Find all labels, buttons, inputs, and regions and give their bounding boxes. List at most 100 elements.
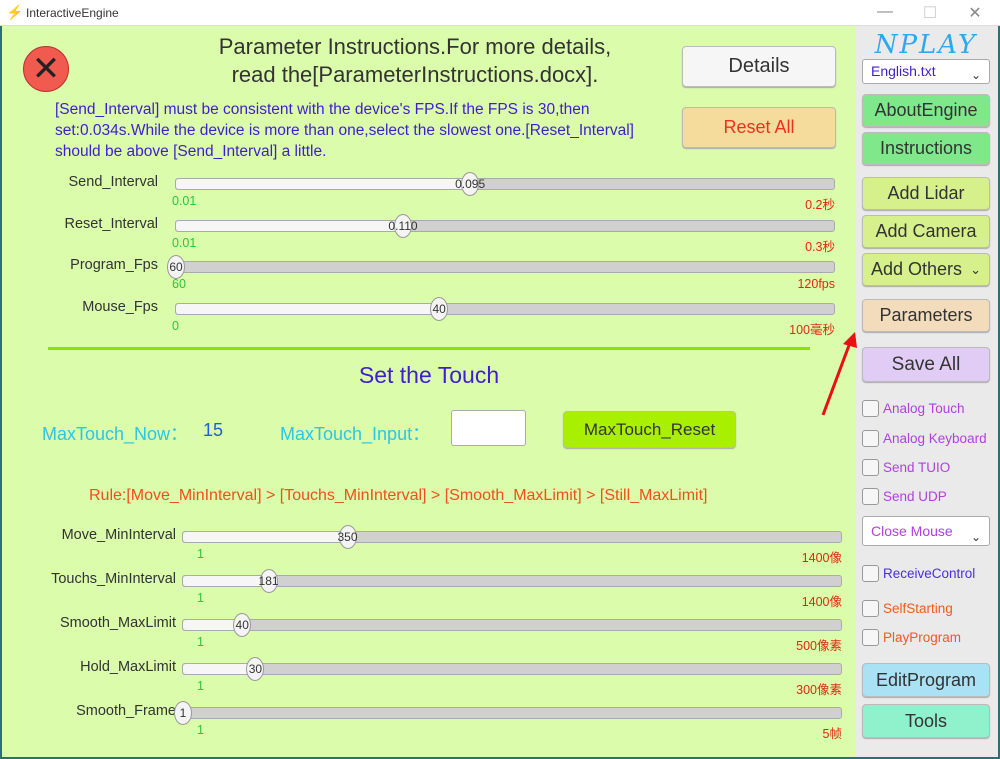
slider-min: 1 <box>197 679 204 693</box>
language-value: English.txt <box>871 63 936 79</box>
slider-fill <box>183 532 348 542</box>
slider-track[interactable]: 350 <box>182 525 842 549</box>
language-select[interactable]: English.txt ⌄ <box>862 59 990 84</box>
analog-touch-label: Analog Touch <box>883 401 965 416</box>
maxtouch-now-label: MaxTouch_Now： <box>42 424 189 444</box>
chevron-down-icon: ⌄ <box>970 68 981 82</box>
slider-min: 1 <box>197 635 204 649</box>
slider-track[interactable]: 60 <box>167 255 835 279</box>
maxtouch-input[interactable] <box>451 410 526 446</box>
window-title: InteractiveEngine <box>26 6 119 20</box>
instructions-text: [Send_Interval] must be consistent with … <box>55 101 634 160</box>
nplay-logo: NPLAY <box>874 30 978 60</box>
page-title: Parameter Instructions.For more details,… <box>150 33 680 89</box>
slider-value: 0.110 <box>388 218 418 233</box>
title-bar: ⚡ InteractiveEngine — ☐ ✕ <box>0 0 1000 26</box>
self-starting-checkbox[interactable] <box>862 600 879 617</box>
slider-label: Hold_MaxLimit <box>80 659 176 675</box>
play-program-checkbox[interactable] <box>862 629 879 646</box>
close-window-button[interactable]: ✕ <box>960 3 990 23</box>
maximize-button[interactable]: ☐ <box>915 3 945 23</box>
self-starting-label: SelfStarting <box>883 601 953 616</box>
play-program-label: PlayProgram <box>883 630 962 645</box>
maxtouch-now-value: 15 <box>203 420 224 440</box>
add-camera-button[interactable]: Add Camera <box>862 215 990 248</box>
add-others-label: Add Others <box>871 259 963 279</box>
reset-all-button[interactable]: Reset All <box>682 107 836 148</box>
slider-track[interactable]: 30 <box>182 657 842 681</box>
edit-program-button[interactable]: EditProgram <box>862 663 990 697</box>
analog-keyboard-checkbox[interactable] <box>862 430 879 447</box>
slider-value: 1 <box>179 706 187 720</box>
details-button[interactable]: Details <box>682 46 836 87</box>
save-all-button[interactable]: Save All <box>862 347 990 382</box>
slider-label: Program_Fps <box>70 257 158 273</box>
tools-button[interactable]: Tools <box>862 704 990 738</box>
slider-min: 0 <box>172 318 179 333</box>
slider-max: 500像素 <box>796 639 842 653</box>
slider-label: Smooth_Frame <box>76 703 176 719</box>
slider-label: Reset_Interval <box>64 215 159 232</box>
slider-value: 0.095 <box>455 177 486 191</box>
slider-fill <box>176 303 440 314</box>
send-udp-label: Send UDP <box>883 489 947 504</box>
slider-min: 1 <box>197 591 204 605</box>
send-tuio-checkbox[interactable] <box>862 459 879 476</box>
receive-control-label: ReceiveControl <box>883 566 976 581</box>
about-engine-button[interactable]: AboutEngine <box>862 94 990 127</box>
slider-track[interactable]: 0.095 <box>175 172 835 196</box>
slider-max: 0.2秒 <box>805 198 835 212</box>
parameters-button[interactable]: Parameters <box>862 299 990 332</box>
slider-label: Move_MinInterval <box>61 527 176 543</box>
red-arrow-icon <box>821 332 857 416</box>
slider-fill <box>183 664 256 674</box>
slider-fill <box>183 576 269 586</box>
send-udp-checkbox[interactable] <box>862 488 879 505</box>
analog-touch-checkbox[interactable] <box>862 400 879 417</box>
slider-min: 0.01 <box>172 194 197 208</box>
slider-value: 40 <box>432 301 446 316</box>
slider-value: 40 <box>235 618 249 632</box>
slider-label: Touchs_MinInterval <box>51 571 176 587</box>
slider-max: 1400像 <box>801 551 842 565</box>
slider-label: Mouse_Fps <box>82 298 158 315</box>
divider <box>48 347 810 350</box>
touch-section-title: Set the Touch <box>358 362 500 388</box>
receive-control-checkbox[interactable] <box>862 565 879 582</box>
slider-max: 300像素 <box>796 683 842 697</box>
slider-fill <box>176 179 471 189</box>
slider-fill <box>176 220 403 231</box>
slider-min: 0.01 <box>172 235 197 250</box>
close-icon[interactable]: ✕ <box>23 46 69 92</box>
instructions-button[interactable]: Instructions <box>862 132 990 165</box>
minimize-button[interactable]: — <box>870 3 900 21</box>
chevron-down-icon: ⌄ <box>970 530 981 544</box>
heading-line-1: Parameter Instructions.For more details, <box>218 34 612 59</box>
analog-keyboard-label: Analog Keyboard <box>883 431 987 446</box>
chevron-down-icon: ⌄ <box>970 262 981 277</box>
slider-track[interactable]: 40 <box>182 613 842 637</box>
heading-line-2: read the[ParameterInstructions.docx]. <box>231 62 599 87</box>
send-tuio-label: Send TUIO <box>883 460 951 475</box>
slider-value: 181 <box>258 574 279 588</box>
slider-max: 1400像 <box>801 595 842 609</box>
slider-track[interactable]: 181 <box>182 569 842 593</box>
slider-value: 30 <box>248 662 263 676</box>
slider-max: 5帧 <box>822 727 842 741</box>
slider-label: Smooth_MaxLimit <box>59 615 176 631</box>
slider-min: 1 <box>197 723 204 737</box>
slider-track[interactable]: 1 <box>174 701 842 725</box>
slider-value: 350 <box>337 530 358 544</box>
add-others-select[interactable]: Add Others ⌄ <box>862 253 990 286</box>
slider-min: 1 <box>197 547 204 561</box>
maxtouch-reset-button[interactable]: MaxTouch_Reset <box>563 411 736 448</box>
slider-value: 60 <box>169 260 183 274</box>
slider-max: 120fps <box>797 277 835 291</box>
slider-track[interactable]: 0.110 <box>175 213 835 238</box>
slider-track[interactable]: 40 <box>175 296 835 321</box>
mouse-select[interactable]: Close Mouse ⌄ <box>862 516 990 546</box>
rule-text: Rule:[Move_MinInterval] > [Touchs_MinInt… <box>89 487 708 504</box>
lightning-icon: ⚡ <box>6 4 24 20</box>
add-lidar-button[interactable]: Add Lidar <box>862 177 990 210</box>
slider-label: Send_Interval <box>68 174 158 190</box>
